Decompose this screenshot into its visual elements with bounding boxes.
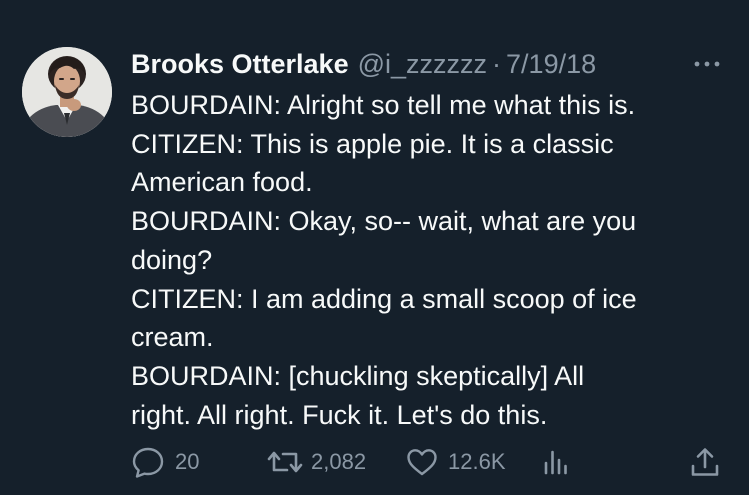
- tweet-header: Brooks Otterlake @i_zzzzzz · 7/19/18: [131, 44, 596, 84]
- reply-count: 20: [175, 449, 200, 474]
- avatar[interactable]: [22, 47, 112, 137]
- retweet-button[interactable]: 2,082: [267, 440, 366, 484]
- tweet-date[interactable]: 7/19/18: [506, 49, 596, 80]
- tweet-text-line: cream.: [131, 322, 214, 353]
- author-name[interactable]: Brooks Otterlake: [131, 49, 349, 80]
- retweet-icon: [267, 451, 303, 473]
- tweet-text-line: BOURDAIN: Alright so tell me what this i…: [131, 90, 636, 120]
- share-icon: [691, 448, 719, 476]
- tweet: Brooks Otterlake @i_zzzzzz · 7/19/18 BOU…: [0, 0, 749, 495]
- tweet-actions: 20 2,082 12.6K: [0, 440, 749, 484]
- analytics-icon: [544, 450, 567, 475]
- retweet-count: 2,082: [311, 449, 367, 474]
- tweet-text-line: American food.: [131, 167, 313, 198]
- tweet-text-line: CITIZEN: This is apple pie. It is a clas…: [131, 128, 614, 159]
- tweet-text-line: BOURDAIN: [chuckling skeptically] All: [131, 360, 585, 391]
- tweet-text-line: CITIZEN: I am adding a small scoop of ic…: [131, 283, 637, 314]
- like-button[interactable]: 12.6K: [406, 440, 506, 484]
- profile-photo: [22, 47, 112, 137]
- separator-dot: ·: [492, 48, 502, 79]
- tweet-text-line: BOURDAIN: Okay, so-- wait, what are you: [131, 206, 637, 237]
- reply-icon: [132, 447, 164, 478]
- more-horizontal-icon: [694, 61, 720, 67]
- author-handle[interactable]: @i_zzzzzz: [358, 49, 487, 80]
- share-button[interactable]: [690, 440, 720, 484]
- like-count: 12.6K: [448, 449, 506, 474]
- reply-button[interactable]: 20: [131, 440, 199, 484]
- heart-icon: [407, 449, 437, 476]
- tweet-text-line: right. All right. Fuck it. Let's do this…: [131, 399, 548, 430]
- tweet-text-line: doing?: [131, 244, 213, 275]
- more-options-button[interactable]: [690, 50, 724, 78]
- views-button[interactable]: [543, 440, 569, 484]
- tweet-text: BOURDAIN: Alright so tell me what this i…: [131, 86, 731, 434]
